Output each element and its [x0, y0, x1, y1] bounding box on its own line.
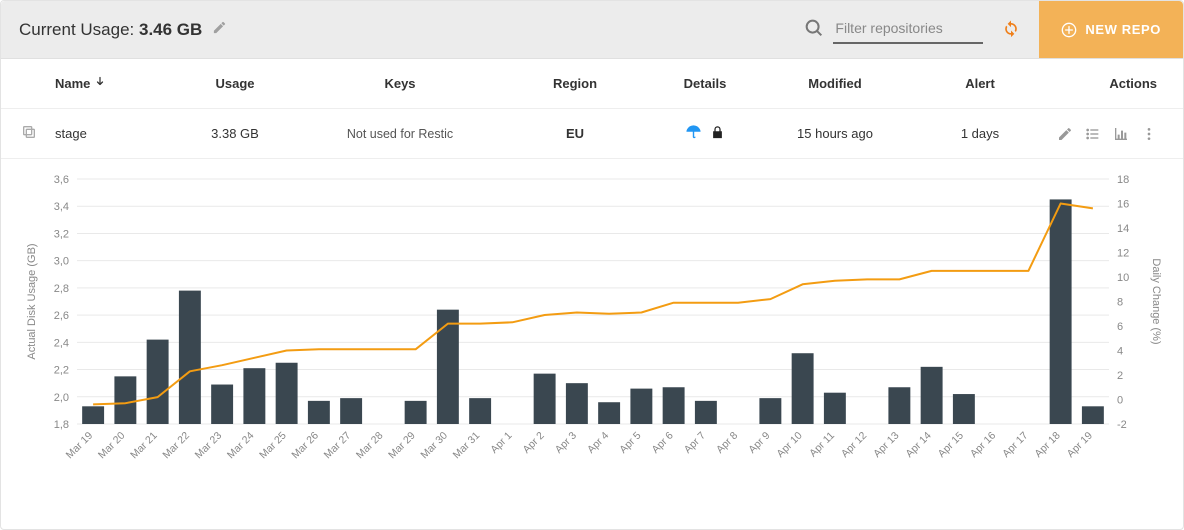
- svg-text:4: 4: [1117, 346, 1123, 358]
- header-right: NEW REPO: [803, 1, 1183, 58]
- cell-keys: Not used for Restic: [295, 127, 505, 141]
- col-header-keys[interactable]: Keys: [295, 76, 505, 91]
- svg-text:Mar 23: Mar 23: [193, 430, 225, 462]
- svg-text:2: 2: [1117, 370, 1123, 382]
- svg-text:Apr 16: Apr 16: [968, 430, 998, 460]
- svg-text:Apr 7: Apr 7: [682, 430, 708, 456]
- new-repo-button[interactable]: NEW REPO: [1039, 1, 1183, 58]
- search-input[interactable]: [833, 16, 983, 44]
- cell-usage: 3.38 GB: [175, 126, 295, 141]
- cell-alert: 1 days: [905, 126, 1055, 141]
- edit-icon[interactable]: [1057, 126, 1073, 142]
- svg-text:14: 14: [1117, 223, 1129, 235]
- svg-text:Apr 4: Apr 4: [585, 430, 611, 456]
- copy-icon[interactable]: [21, 124, 37, 140]
- page-title: Current Usage: 3.46 GB: [19, 20, 227, 40]
- plus-circle-icon: [1061, 22, 1077, 38]
- svg-text:2,4: 2,4: [54, 337, 69, 349]
- sort-down-icon: [94, 75, 106, 92]
- table-row: stage 3.38 GB Not used for Restic EU 15 …: [1, 109, 1183, 159]
- umbrella-icon: [685, 124, 702, 144]
- svg-text:Apr 2: Apr 2: [521, 430, 547, 456]
- svg-text:Mar 22: Mar 22: [160, 430, 192, 462]
- pencil-icon[interactable]: [212, 20, 227, 40]
- svg-text:6: 6: [1117, 321, 1123, 333]
- svg-text:2,0: 2,0: [54, 392, 69, 404]
- svg-text:Mar 25: Mar 25: [257, 430, 289, 462]
- svg-text:Apr 5: Apr 5: [617, 430, 643, 456]
- svg-text:2,6: 2,6: [54, 310, 69, 322]
- refresh-icon[interactable]: [997, 18, 1025, 41]
- svg-text:2,8: 2,8: [54, 283, 69, 295]
- cell-actions: [1055, 126, 1163, 142]
- cell-modified: 15 hours ago: [765, 126, 905, 141]
- svg-text:Actual Disk Usage (GB): Actual Disk Usage (GB): [26, 243, 38, 359]
- svg-text:Mar 19: Mar 19: [64, 430, 96, 462]
- header-bar: Current Usage: 3.46 GB NEW REPO: [1, 1, 1183, 59]
- svg-text:Mar 24: Mar 24: [225, 430, 257, 462]
- svg-text:Mar 26: Mar 26: [289, 430, 321, 462]
- svg-text:12: 12: [1117, 248, 1129, 260]
- svg-text:16: 16: [1117, 199, 1129, 211]
- col-header-alert[interactable]: Alert: [905, 76, 1055, 91]
- svg-text:Apr 9: Apr 9: [746, 430, 772, 456]
- svg-text:3,4: 3,4: [54, 201, 69, 213]
- svg-text:3,2: 3,2: [54, 228, 69, 240]
- svg-text:0: 0: [1117, 395, 1123, 407]
- svg-text:2,2: 2,2: [54, 365, 69, 377]
- svg-text:Apr 3: Apr 3: [553, 430, 579, 456]
- svg-text:Apr 11: Apr 11: [807, 430, 837, 460]
- svg-text:Apr 15: Apr 15: [936, 430, 966, 460]
- table-header: Name Usage Keys Region Details Modified …: [1, 59, 1183, 109]
- col-header-usage[interactable]: Usage: [175, 76, 295, 91]
- cell-details: [645, 124, 765, 144]
- list-icon[interactable]: [1085, 126, 1101, 142]
- cell-region: EU: [505, 126, 645, 141]
- svg-text:Mar 28: Mar 28: [354, 430, 386, 462]
- new-repo-label: NEW REPO: [1085, 22, 1161, 37]
- col-header-details[interactable]: Details: [645, 76, 765, 91]
- svg-text:3,6: 3,6: [54, 174, 69, 186]
- svg-text:Apr 6: Apr 6: [650, 430, 676, 456]
- svg-text:Mar 30: Mar 30: [418, 430, 450, 462]
- col-header-modified[interactable]: Modified: [765, 76, 905, 91]
- svg-text:Mar 27: Mar 27: [322, 430, 354, 462]
- svg-text:Apr 19: Apr 19: [1065, 430, 1095, 460]
- svg-text:Apr 8: Apr 8: [714, 430, 740, 456]
- svg-text:3,0: 3,0: [54, 256, 69, 268]
- col-header-region[interactable]: Region: [505, 76, 645, 91]
- svg-text:-2: -2: [1117, 419, 1127, 431]
- usage-value: 3.46 GB: [139, 20, 202, 39]
- usage-chart: 1,8 2,0 2,2 2,4 2,6 2,8 3,0 3,2 3,4 3,6 -2 0 2 4 6 8 10 1…: [1, 159, 1183, 500]
- lock-icon: [710, 125, 725, 143]
- svg-text:8: 8: [1117, 297, 1123, 309]
- svg-text:Apr 10: Apr 10: [774, 430, 804, 460]
- col-header-name[interactable]: Name: [55, 75, 175, 92]
- svg-text:10: 10: [1117, 272, 1129, 284]
- search-box: [803, 16, 983, 44]
- svg-text:Apr 12: Apr 12: [839, 430, 869, 460]
- svg-text:1,8: 1,8: [54, 419, 69, 431]
- title-prefix: Current Usage:: [19, 20, 139, 39]
- chart-icon[interactable]: [1113, 126, 1129, 142]
- svg-text:Mar 31: Mar 31: [451, 430, 483, 462]
- svg-text:Apr 13: Apr 13: [871, 430, 901, 460]
- svg-text:Apr 17: Apr 17: [1000, 430, 1030, 460]
- svg-text:Mar 29: Mar 29: [386, 430, 418, 462]
- page-container: Current Usage: 3.46 GB NEW REPO: [0, 0, 1184, 530]
- svg-text:Daily Change (%): Daily Change (%): [1150, 258, 1162, 344]
- search-icon[interactable]: [803, 17, 825, 42]
- cell-name[interactable]: stage: [55, 126, 175, 141]
- svg-text:Apr 14: Apr 14: [903, 430, 933, 460]
- chart-svg: 1,8 2,0 2,2 2,4 2,6 2,8 3,0 3,2 3,4 3,6 -2 0 2 4 6 8 10 1…: [19, 169, 1167, 484]
- svg-text:18: 18: [1117, 174, 1129, 186]
- svg-text:Mar 21: Mar 21: [128, 430, 160, 462]
- svg-text:Mar 20: Mar 20: [96, 430, 128, 462]
- col-header-actions: Actions: [1055, 76, 1163, 91]
- svg-text:Apr 18: Apr 18: [1032, 430, 1062, 460]
- more-icon[interactable]: [1141, 126, 1157, 142]
- svg-text:Apr 1: Apr 1: [488, 430, 514, 456]
